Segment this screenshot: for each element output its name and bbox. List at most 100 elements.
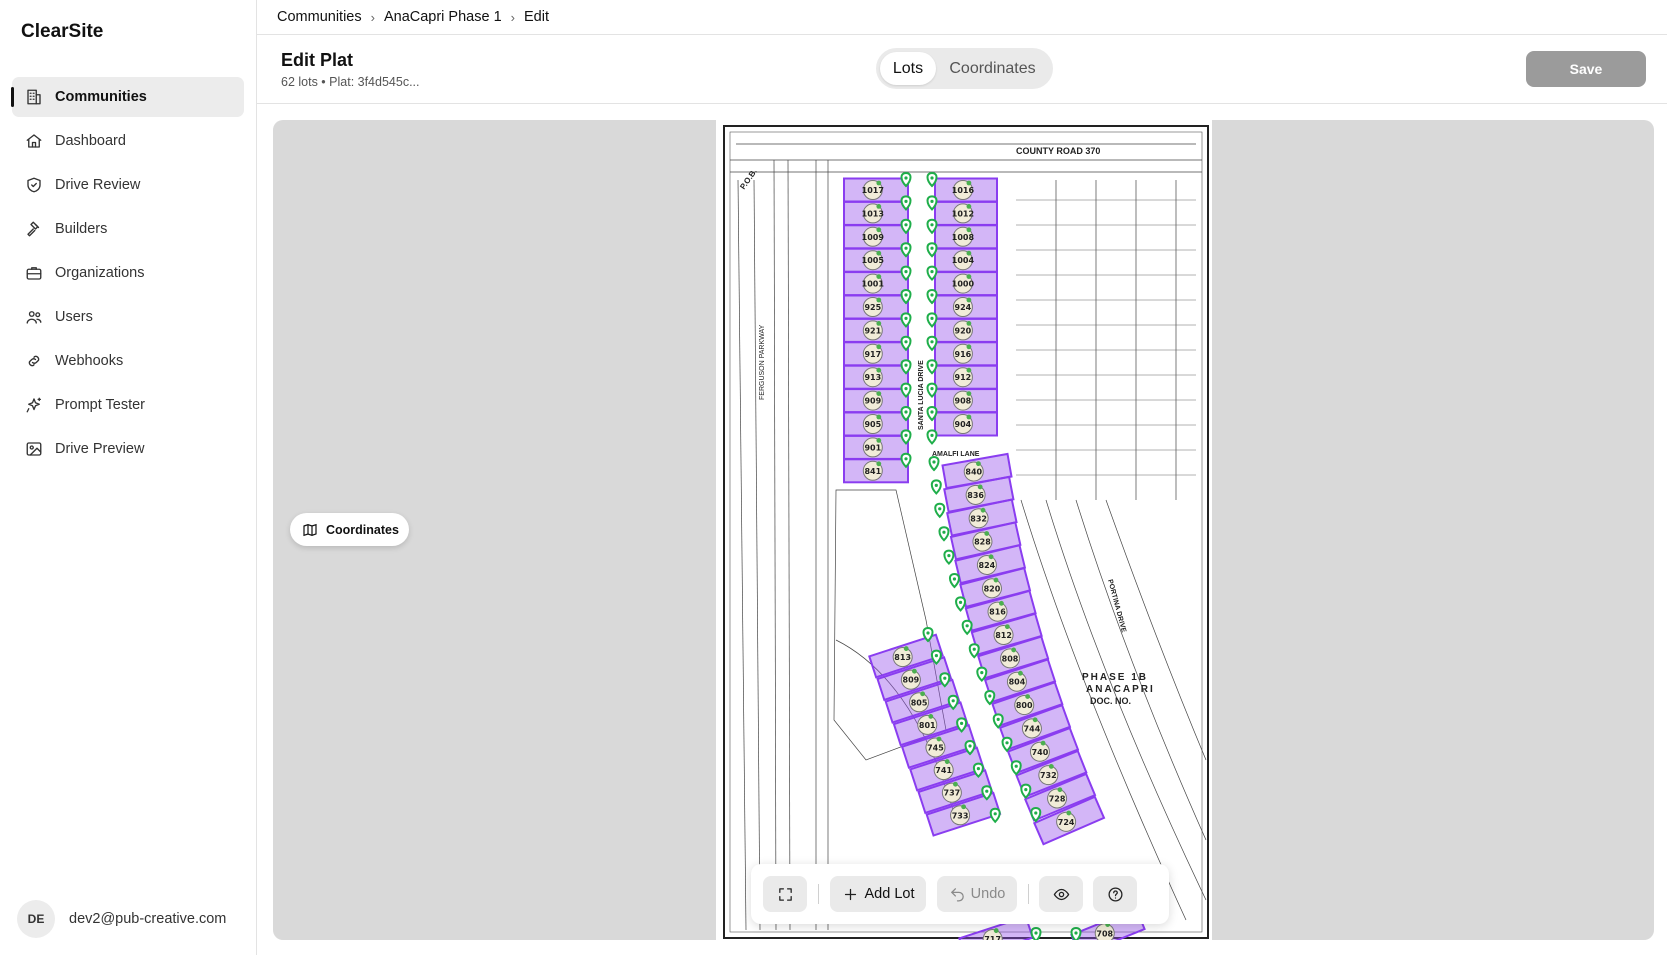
plat-canvas[interactable]: Coordinates COUNTY ROAD 370 P.O.B. FERGU… <box>273 120 1654 940</box>
sidebar-item-drive-preview[interactable]: Drive Preview <box>12 429 244 469</box>
coordinate-pin[interactable] <box>943 549 955 566</box>
sidebar-item-dashboard[interactable]: Dashboard <box>12 121 244 161</box>
lot-polygon[interactable]: 913 <box>843 364 909 390</box>
lot-anchor-dot <box>966 367 972 373</box>
lot-number: 841 <box>864 467 881 476</box>
lot-polygon[interactable]: 1017 <box>843 177 909 203</box>
chevron-right-icon: › <box>510 9 515 25</box>
lot-layer: 1017 1013 1009 1005 1001 925 921 917 913 909 905 90… <box>843 177 1146 940</box>
lot-number: 733 <box>952 811 969 820</box>
lot-anchor-dot <box>876 414 882 420</box>
lot-polygon[interactable]: 912 <box>934 364 998 390</box>
lot-polygon[interactable]: 1012 <box>934 200 998 226</box>
lot-polygon[interactable]: 904 <box>934 411 998 437</box>
coordinate-pin[interactable] <box>1030 926 1042 940</box>
sidebar-item-drive-review[interactable]: Drive Review <box>12 165 244 205</box>
undo-button[interactable]: Undo <box>937 876 1017 912</box>
lot-anchor-dot <box>876 180 882 186</box>
lot-number: 804 <box>1009 678 1026 687</box>
lot-polygon[interactable]: 905 <box>843 411 909 437</box>
lot-number: 1000 <box>952 280 975 289</box>
user-menu[interactable]: DE dev2@pub-creative.com <box>17 900 226 938</box>
coordinate-pin[interactable] <box>930 479 942 495</box>
lot-polygon[interactable]: 1009 <box>843 224 909 250</box>
coordinate-pin[interactable] <box>961 619 973 636</box>
lot-polygon[interactable]: 917 <box>843 341 909 367</box>
lot-polygon[interactable]: 921 <box>843 317 909 343</box>
lot-polygon[interactable]: 1008 <box>934 224 998 250</box>
lot-polygon[interactable]: 1013 <box>843 200 909 226</box>
lot-number: 1001 <box>862 280 885 289</box>
sidebar-item-organizations[interactable]: Organizations <box>12 253 244 293</box>
sidebar-item-label: Drive Review <box>55 177 141 193</box>
breadcrumb-communities[interactable]: Communities <box>277 9 362 25</box>
sidebar-item-communities[interactable]: Communities <box>11 77 244 117</box>
toggle-visibility-button[interactable] <box>1039 876 1083 912</box>
lot-polygon[interactable]: 909 <box>843 388 909 414</box>
user-email: dev2@pub-creative.com <box>69 911 227 927</box>
lot-number: 1004 <box>952 256 975 265</box>
lot-number: 1012 <box>952 209 974 218</box>
plat-label-pob: P.O.B. <box>738 167 759 191</box>
sparkles-icon <box>24 395 44 415</box>
avatar[interactable]: DE <box>17 900 55 938</box>
lot-anchor-dot <box>876 204 882 209</box>
coordinate-pin[interactable] <box>928 455 940 472</box>
tab-lots[interactable]: Lots <box>880 52 936 85</box>
coordinate-pin[interactable] <box>948 572 960 589</box>
lot-polygon[interactable]: 925 <box>843 294 909 320</box>
breadcrumb-community[interactable]: AnaCapri Phase 1 <box>384 9 502 25</box>
plat-image[interactable]: COUNTY ROAD 370 P.O.B. FERGUSON PARKWAY … <box>716 120 1212 940</box>
sidebar-item-webhooks[interactable]: Webhooks <box>12 341 244 381</box>
undo-icon <box>950 887 964 902</box>
lot-polygon[interactable]: 1005 <box>843 247 909 273</box>
lot-anchor-dot <box>966 204 972 209</box>
lot-polygon[interactable]: 1000 <box>934 271 998 297</box>
lot-polygon[interactable]: 1001 <box>843 271 909 297</box>
help-circle-icon <box>1107 886 1123 902</box>
save-button[interactable]: Save <box>1526 51 1646 87</box>
sidebar-item-builders[interactable]: Builders <box>12 209 244 249</box>
lot-number: 1013 <box>862 209 884 218</box>
lot-number: 728 <box>1049 794 1066 803</box>
toolbar-divider <box>818 884 819 904</box>
toolbar-divider <box>1028 884 1029 904</box>
sidebar-item-prompt-tester[interactable]: Prompt Tester <box>12 385 244 425</box>
app-logo[interactable]: ClearSite <box>21 21 103 43</box>
lot-number: 1017 <box>862 186 884 195</box>
lot-polygon[interactable]: 916 <box>934 341 998 367</box>
add-lot-button[interactable]: Add Lot <box>830 876 926 912</box>
lot-number: 737 <box>944 789 961 798</box>
chevron-right-icon: › <box>370 9 375 25</box>
coordinate-pin[interactable] <box>989 807 1001 824</box>
building-icon <box>24 87 44 107</box>
plat-toolbar: Add Lot Undo <box>751 864 1169 924</box>
tab-coordinates[interactable]: Coordinates <box>936 52 1049 85</box>
coordinate-pin[interactable] <box>1070 926 1082 940</box>
coordinate-pin[interactable] <box>938 526 950 542</box>
coordinate-pin[interactable] <box>955 596 967 612</box>
lot-number: 741 <box>935 766 952 775</box>
lot-polygon[interactable]: 1016 <box>934 177 998 203</box>
help-button[interactable] <box>1093 876 1137 912</box>
lot-polygon[interactable]: 908 <box>934 388 998 414</box>
lot-number: 809 <box>903 676 920 685</box>
plat-label-anacapri: ANACAPRI <box>1086 684 1155 695</box>
coordinate-pin[interactable] <box>968 643 980 659</box>
lot-polygon[interactable]: 1004 <box>934 247 998 273</box>
sidebar-item-users[interactable]: Users <box>12 297 244 337</box>
fit-view-button[interactable] <box>763 876 807 912</box>
coordinates-button[interactable]: Coordinates <box>290 513 409 546</box>
coordinates-button-label: Coordinates <box>326 522 399 537</box>
lot-polygon[interactable]: 920 <box>934 317 998 343</box>
lot-polygon[interactable]: 924 <box>934 294 998 320</box>
coordinate-pin[interactable] <box>934 502 946 519</box>
lot-number: 840 <box>965 468 982 477</box>
lot-number: 909 <box>864 397 881 406</box>
lot-polygon[interactable]: 841 <box>843 458 909 484</box>
plus-icon <box>844 888 856 900</box>
lot-polygon[interactable]: 901 <box>843 434 909 460</box>
coordinate-pin[interactable] <box>926 429 938 445</box>
image-icon <box>24 439 44 459</box>
lot-number: 916 <box>955 350 972 359</box>
